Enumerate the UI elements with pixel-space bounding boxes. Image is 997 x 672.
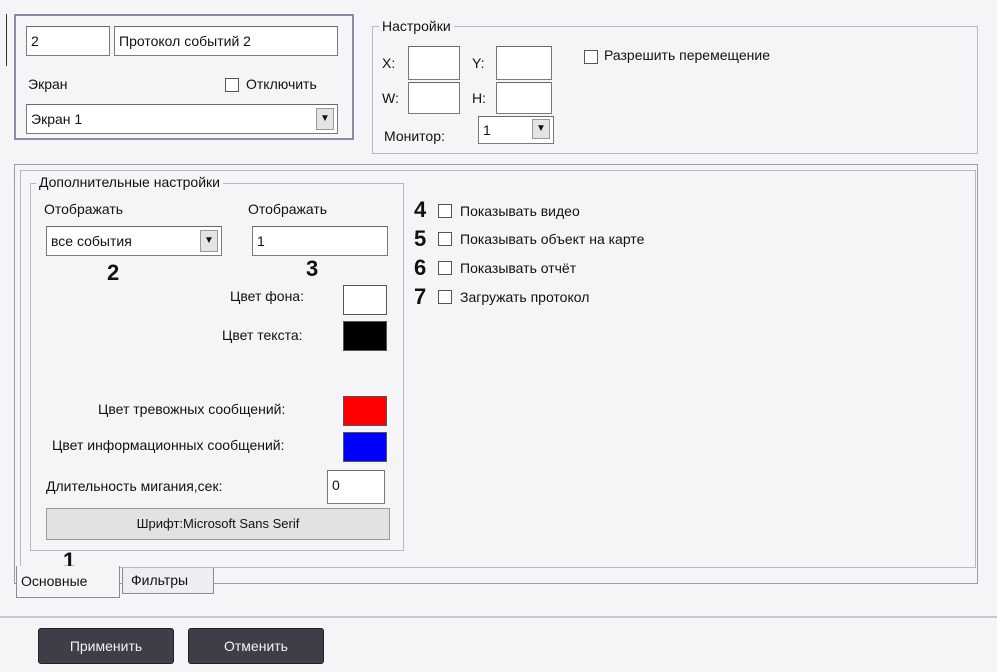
display-label-1: Отображать: [44, 201, 124, 217]
chevron-down-icon[interactable]: ▼: [532, 119, 550, 139]
id-field[interactable]: 2: [26, 26, 110, 56]
x-label: X:: [382, 55, 396, 71]
alarm-color-swatch[interactable]: [343, 396, 387, 426]
text-color-swatch[interactable]: [343, 321, 387, 351]
count-field[interactable]: 1: [252, 226, 388, 256]
callout-4: 4: [414, 197, 427, 222]
extra-settings-legend: Дополнительные настройки: [36, 174, 223, 190]
show-video-label: Показывать видео: [460, 203, 580, 219]
text-color-label: Цвет текста:: [222, 327, 303, 343]
y-label: Y:: [472, 55, 485, 71]
load-protocol-label: Загружать протокол: [460, 289, 590, 305]
info-color-label: Цвет информационных сообщений:: [52, 437, 285, 453]
show-video-checkbox[interactable]: [438, 204, 452, 218]
screen-select[interactable]: Экран 1 ▼: [26, 104, 338, 134]
screen-label: Экран: [28, 76, 68, 92]
callout-7: 7: [414, 284, 427, 309]
left-edge-line: [6, 14, 7, 66]
show-on-map-checkbox[interactable]: [438, 232, 452, 246]
tab-filters-label: Фильтры: [131, 572, 189, 588]
settings-group: [372, 26, 978, 154]
callout-6: 6: [414, 255, 427, 280]
bg-color-label: Цвет фона:: [230, 288, 304, 304]
allow-move-label: Разрешить перемещение: [604, 47, 770, 63]
callout-2: 2: [107, 260, 120, 285]
tab-main-label: Основные: [21, 573, 88, 589]
blink-duration-label: Длительность мигания,сек:: [46, 478, 223, 494]
blink-duration-field[interactable]: 0: [327, 470, 385, 504]
events-select-value: все события: [51, 233, 132, 249]
name-field[interactable]: Протокол событий 2: [114, 26, 338, 56]
show-report-checkbox[interactable]: [438, 261, 452, 275]
h-label: H:: [472, 90, 486, 106]
monitor-select[interactable]: 1 ▼: [478, 116, 554, 144]
tab-filters[interactable]: Фильтры: [122, 568, 214, 594]
x-field[interactable]: [408, 46, 460, 80]
chevron-down-icon[interactable]: ▼: [200, 230, 218, 252]
show-on-map-label: Показывать объект на карте: [460, 231, 645, 247]
show-report-label: Показывать отчёт: [460, 260, 577, 276]
alarm-color-label: Цвет тревожных сообщений:: [98, 401, 286, 417]
tab-main[interactable]: Основные: [16, 566, 120, 598]
load-protocol-checkbox[interactable]: [438, 290, 452, 304]
disable-checkbox[interactable]: [225, 78, 239, 92]
callout-5: 5: [414, 226, 427, 251]
disable-label: Отключить: [246, 76, 317, 92]
bg-color-swatch[interactable]: [343, 285, 387, 315]
cancel-button[interactable]: Отменить: [188, 628, 324, 664]
allow-move-checkbox[interactable]: [584, 50, 598, 64]
apply-button[interactable]: Применить: [38, 628, 174, 664]
callout-3: 3: [306, 256, 319, 281]
display-label-2: Отображать: [248, 201, 328, 217]
info-color-swatch[interactable]: [343, 432, 387, 462]
settings-legend: Настройки: [379, 18, 454, 34]
font-button[interactable]: Шрифт:Microsoft Sans Serif: [46, 508, 390, 540]
monitor-select-value: 1: [483, 122, 491, 138]
h-field[interactable]: [496, 82, 552, 114]
footer-separator: [0, 616, 997, 618]
w-field[interactable]: [408, 82, 460, 114]
chevron-down-icon[interactable]: ▼: [316, 108, 334, 130]
y-field[interactable]: [496, 46, 552, 80]
monitor-label: Монитор:: [384, 128, 445, 144]
screen-select-value: Экран 1: [31, 111, 83, 127]
w-label: W:: [382, 90, 399, 106]
events-select[interactable]: все события ▼: [46, 226, 222, 256]
